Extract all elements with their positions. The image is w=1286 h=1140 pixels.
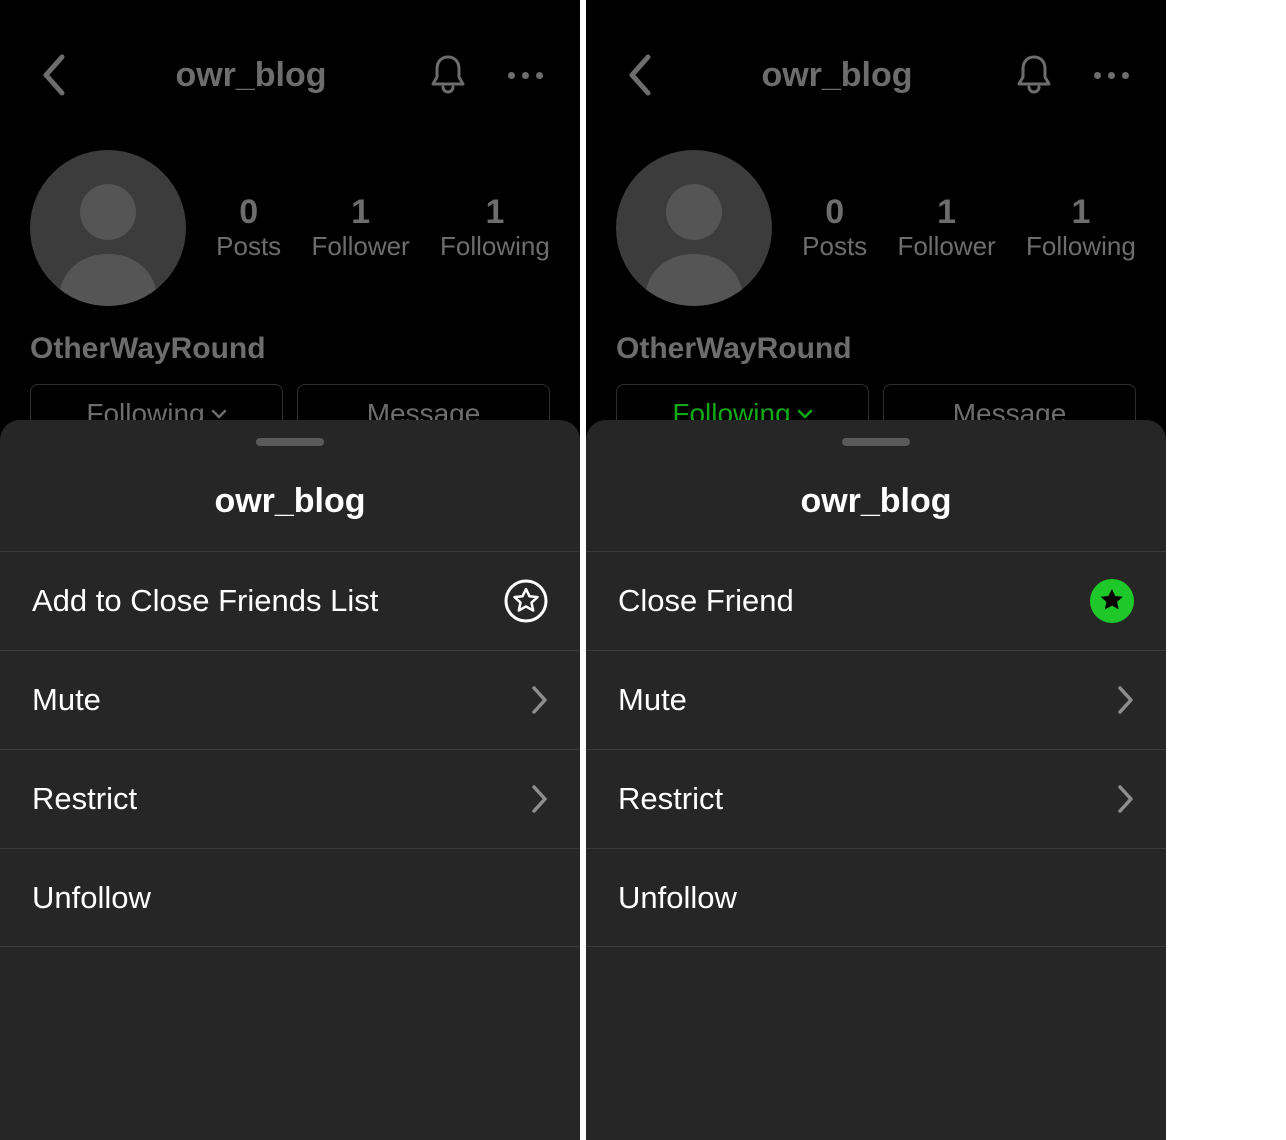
stat-following[interactable]: 1 Following [440,194,550,262]
sheet-list: Close Friend Mute Restrict [586,551,1166,947]
sheet-row-mute[interactable]: Mute [586,650,1166,749]
stat-label: Following [1026,231,1136,262]
bell-icon [1014,53,1054,97]
profile-stats: 0 Posts 1 Follower 1 Following [802,194,1136,262]
sheet-row-unfollow[interactable]: Unfollow [0,848,580,947]
stat-count: 0 [802,194,867,231]
stat-label: Follower [897,231,995,262]
stat-count: 1 [1026,194,1136,231]
sheet-row-label: Restrict [32,781,137,817]
avatar-placeholder-icon [616,150,772,306]
profile-summary: 0 Posts 1 Follower 1 Following [586,150,1166,306]
stat-count: 0 [216,194,281,231]
sheet-row-label: Add to Close Friends List [32,583,378,619]
sheet-row-label: Restrict [618,781,723,817]
more-dots-icon [1094,72,1129,79]
stat-label: Posts [216,231,281,262]
chevron-right-icon [530,784,548,814]
stat-posts[interactable]: 0 Posts [216,194,281,262]
sheet-row-restrict[interactable]: Restrict [0,749,580,848]
stat-count: 1 [440,194,550,231]
avatar-placeholder-icon [30,150,186,306]
profile-stats: 0 Posts 1 Follower 1 Following [216,194,550,262]
sheet-list: Add to Close Friends List Mute Restrict [0,551,580,947]
more-options-button[interactable] [1088,51,1136,99]
header-username: owr_blog [761,56,912,95]
profile-display-name: OtherWayRound [0,306,580,384]
avatar[interactable] [616,150,772,306]
profile-display-name: OtherWayRound [586,306,1166,384]
sheet-row-label: Mute [618,682,687,718]
chevron-right-icon [1116,784,1134,814]
chevron-left-icon [626,53,654,97]
sheet-grabber[interactable] [842,438,910,446]
header-username: owr_blog [175,56,326,95]
profile-header: owr_blog [586,0,1166,150]
stat-label: Follower [311,231,409,262]
following-sheet: owr_blog Add to Close Friends List Mute … [0,420,580,1140]
avatar[interactable] [30,150,186,306]
sheet-title: owr_blog [0,446,580,551]
sheet-grabber[interactable] [256,438,324,446]
stat-following[interactable]: 1 Following [1026,194,1136,262]
chevron-right-icon [1116,685,1134,715]
stat-label: Following [440,231,550,262]
stat-followers[interactable]: 1 Follower [311,194,409,262]
stat-count: 1 [897,194,995,231]
stage: owr_blog 0 Posts 1 F [0,0,1286,1140]
sheet-row-mute[interactable]: Mute [0,650,580,749]
sheet-title: owr_blog [586,446,1166,551]
chevron-right-icon [530,685,548,715]
phone-right: owr_blog 0 Posts 1 F [586,0,1166,1140]
sheet-row-unfollow[interactable]: Unfollow [586,848,1166,947]
profile-summary: 0 Posts 1 Follower 1 Following [0,150,580,306]
sheet-row-label: Unfollow [32,880,151,916]
profile-header: owr_blog [0,0,580,150]
sheet-row-label: Close Friend [618,583,794,619]
star-outline-icon [504,579,548,623]
star-solid-icon [1090,579,1134,623]
sheet-row-close-friend[interactable]: Close Friend [586,551,1166,650]
more-dots-icon [508,72,543,79]
more-options-button[interactable] [502,51,550,99]
stat-followers[interactable]: 1 Follower [897,194,995,262]
back-button[interactable] [30,51,78,99]
notifications-button[interactable] [1010,51,1058,99]
bell-icon [428,53,468,97]
chevron-left-icon [40,53,68,97]
following-sheet: owr_blog Close Friend Mute [586,420,1166,1140]
sheet-row-label: Unfollow [618,880,737,916]
phone-left: owr_blog 0 Posts 1 F [0,0,580,1140]
sheet-row-label: Mute [32,682,101,718]
stat-count: 1 [311,194,409,231]
sheet-row-close-friends[interactable]: Add to Close Friends List [0,551,580,650]
sheet-row-restrict[interactable]: Restrict [586,749,1166,848]
back-button[interactable] [616,51,664,99]
notifications-button[interactable] [424,51,472,99]
stat-posts[interactable]: 0 Posts [802,194,867,262]
stat-label: Posts [802,231,867,262]
